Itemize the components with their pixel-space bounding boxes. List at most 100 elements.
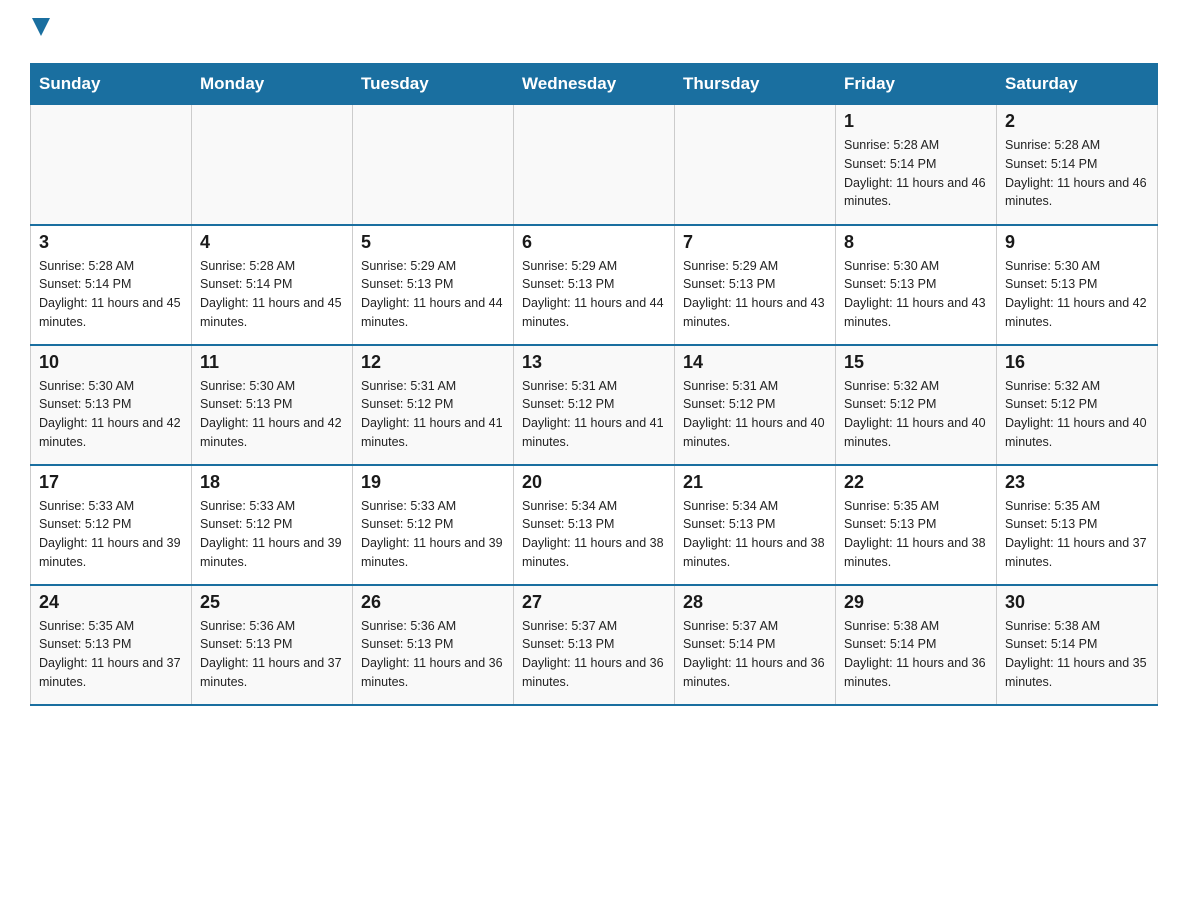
calendar-cell: 23 Sunrise: 5:35 AMSunset: 5:13 PMDayligh… bbox=[997, 465, 1158, 585]
day-number: 28 bbox=[683, 592, 827, 613]
day-number: 1 bbox=[844, 111, 988, 132]
day-number: 19 bbox=[361, 472, 505, 493]
calendar-week-row: 10 Sunrise: 5:30 AMSunset: 5:13 PMDayligh… bbox=[31, 345, 1158, 465]
day-info: Sunrise: 5:29 AMSunset: 5:13 PMDaylight:… bbox=[683, 257, 827, 332]
day-number: 29 bbox=[844, 592, 988, 613]
day-info: Sunrise: 5:33 AMSunset: 5:12 PMDaylight:… bbox=[200, 497, 344, 572]
day-info: Sunrise: 5:35 AMSunset: 5:13 PMDaylight:… bbox=[1005, 497, 1149, 572]
day-number: 27 bbox=[522, 592, 666, 613]
day-number: 15 bbox=[844, 352, 988, 373]
day-number: 5 bbox=[361, 232, 505, 253]
calendar-cell: 3 Sunrise: 5:28 AMSunset: 5:14 PMDaylight… bbox=[31, 225, 192, 345]
day-info: Sunrise: 5:30 AMSunset: 5:13 PMDaylight:… bbox=[200, 377, 344, 452]
day-number: 14 bbox=[683, 352, 827, 373]
calendar-week-row: 1 Sunrise: 5:28 AMSunset: 5:14 PMDaylight… bbox=[31, 105, 1158, 225]
day-number: 6 bbox=[522, 232, 666, 253]
calendar-cell: 10 Sunrise: 5:30 AMSunset: 5:13 PMDayligh… bbox=[31, 345, 192, 465]
day-info: Sunrise: 5:30 AMSunset: 5:13 PMDaylight:… bbox=[844, 257, 988, 332]
day-info: Sunrise: 5:37 AMSunset: 5:13 PMDaylight:… bbox=[522, 617, 666, 692]
day-number: 21 bbox=[683, 472, 827, 493]
calendar-cell bbox=[192, 105, 353, 225]
day-info: Sunrise: 5:38 AMSunset: 5:14 PMDaylight:… bbox=[1005, 617, 1149, 692]
calendar-table: SundayMondayTuesdayWednesdayThursdayFrid… bbox=[30, 63, 1158, 706]
day-info: Sunrise: 5:33 AMSunset: 5:12 PMDaylight:… bbox=[361, 497, 505, 572]
calendar-cell: 28 Sunrise: 5:37 AMSunset: 5:14 PMDayligh… bbox=[675, 585, 836, 705]
day-info: Sunrise: 5:38 AMSunset: 5:14 PMDaylight:… bbox=[844, 617, 988, 692]
calendar-cell: 17 Sunrise: 5:33 AMSunset: 5:12 PMDayligh… bbox=[31, 465, 192, 585]
calendar-cell: 15Sunrise: 5:32 AMSunset: 5:12 PMDayligh… bbox=[836, 345, 997, 465]
calendar-cell: 7 Sunrise: 5:29 AMSunset: 5:13 PMDaylight… bbox=[675, 225, 836, 345]
page-header bbox=[30, 20, 1158, 43]
calendar-cell: 29 Sunrise: 5:38 AMSunset: 5:14 PMDayligh… bbox=[836, 585, 997, 705]
calendar-cell: 20Sunrise: 5:34 AMSunset: 5:13 PMDayligh… bbox=[514, 465, 675, 585]
day-number: 17 bbox=[39, 472, 183, 493]
day-number: 12 bbox=[361, 352, 505, 373]
day-number: 9 bbox=[1005, 232, 1149, 253]
calendar-cell: 27 Sunrise: 5:37 AMSunset: 5:13 PMDayligh… bbox=[514, 585, 675, 705]
day-info: Sunrise: 5:34 AMSunset: 5:13 PMDaylight:… bbox=[683, 497, 827, 572]
calendar-week-row: 24 Sunrise: 5:35 AMSunset: 5:13 PMDayligh… bbox=[31, 585, 1158, 705]
day-info: Sunrise: 5:32 AMSunset: 5:12 PMDaylight:… bbox=[1005, 377, 1149, 452]
calendar-cell: 25 Sunrise: 5:36 AMSunset: 5:13 PMDayligh… bbox=[192, 585, 353, 705]
day-number: 10 bbox=[39, 352, 183, 373]
day-number: 26 bbox=[361, 592, 505, 613]
day-info: Sunrise: 5:29 AMSunset: 5:13 PMDaylight:… bbox=[361, 257, 505, 332]
calendar-cell: 4Sunrise: 5:28 AMSunset: 5:14 PMDaylight… bbox=[192, 225, 353, 345]
day-number: 20 bbox=[522, 472, 666, 493]
column-header-sunday: Sunday bbox=[31, 64, 192, 105]
column-header-wednesday: Wednesday bbox=[514, 64, 675, 105]
day-info: Sunrise: 5:28 AMSunset: 5:14 PMDaylight:… bbox=[1005, 136, 1149, 211]
calendar-cell: 11 Sunrise: 5:30 AMSunset: 5:13 PMDayligh… bbox=[192, 345, 353, 465]
day-number: 3 bbox=[39, 232, 183, 253]
calendar-cell: 5 Sunrise: 5:29 AMSunset: 5:13 PMDaylight… bbox=[353, 225, 514, 345]
calendar-cell: 9 Sunrise: 5:30 AMSunset: 5:13 PMDaylight… bbox=[997, 225, 1158, 345]
calendar-cell: 26 Sunrise: 5:36 AMSunset: 5:13 PMDayligh… bbox=[353, 585, 514, 705]
calendar-cell bbox=[675, 105, 836, 225]
calendar-cell: 6 Sunrise: 5:29 AMSunset: 5:13 PMDaylight… bbox=[514, 225, 675, 345]
calendar-week-row: 3 Sunrise: 5:28 AMSunset: 5:14 PMDaylight… bbox=[31, 225, 1158, 345]
calendar-cell: 8 Sunrise: 5:30 AMSunset: 5:13 PMDaylight… bbox=[836, 225, 997, 345]
day-number: 24 bbox=[39, 592, 183, 613]
calendar-cell: 21 Sunrise: 5:34 AMSunset: 5:13 PMDayligh… bbox=[675, 465, 836, 585]
day-info: Sunrise: 5:28 AMSunset: 5:14 PMDaylight:… bbox=[844, 136, 988, 211]
day-number: 7 bbox=[683, 232, 827, 253]
day-info: Sunrise: 5:30 AMSunset: 5:13 PMDaylight:… bbox=[1005, 257, 1149, 332]
logo-triangle-icon bbox=[32, 18, 50, 36]
day-number: 8 bbox=[844, 232, 988, 253]
day-info: Sunrise: 5:37 AMSunset: 5:14 PMDaylight:… bbox=[683, 617, 827, 692]
day-info: Sunrise: 5:28 AMSunset: 5:14 PMDaylight:… bbox=[39, 257, 183, 332]
calendar-cell: 30 Sunrise: 5:38 AMSunset: 5:14 PMDayligh… bbox=[997, 585, 1158, 705]
calendar-week-row: 17 Sunrise: 5:33 AMSunset: 5:12 PMDayligh… bbox=[31, 465, 1158, 585]
day-number: 22 bbox=[844, 472, 988, 493]
column-header-friday: Friday bbox=[836, 64, 997, 105]
column-header-monday: Monday bbox=[192, 64, 353, 105]
day-info: Sunrise: 5:36 AMSunset: 5:13 PMDaylight:… bbox=[361, 617, 505, 692]
day-info: Sunrise: 5:28 AMSunset: 5:14 PMDaylight:… bbox=[200, 257, 344, 332]
calendar-cell bbox=[353, 105, 514, 225]
day-info: Sunrise: 5:35 AMSunset: 5:13 PMDaylight:… bbox=[844, 497, 988, 572]
day-info: Sunrise: 5:29 AMSunset: 5:13 PMDaylight:… bbox=[522, 257, 666, 332]
calendar-header-row: SundayMondayTuesdayWednesdayThursdayFrid… bbox=[31, 64, 1158, 105]
day-number: 2 bbox=[1005, 111, 1149, 132]
calendar-cell: 12Sunrise: 5:31 AMSunset: 5:12 PMDayligh… bbox=[353, 345, 514, 465]
calendar-cell: 18 Sunrise: 5:33 AMSunset: 5:12 PMDayligh… bbox=[192, 465, 353, 585]
day-info: Sunrise: 5:35 AMSunset: 5:13 PMDaylight:… bbox=[39, 617, 183, 692]
calendar-cell: 14 Sunrise: 5:31 AMSunset: 5:12 PMDayligh… bbox=[675, 345, 836, 465]
day-number: 16 bbox=[1005, 352, 1149, 373]
calendar-cell bbox=[514, 105, 675, 225]
day-number: 30 bbox=[1005, 592, 1149, 613]
day-number: 11 bbox=[200, 352, 344, 373]
calendar-cell bbox=[31, 105, 192, 225]
day-number: 25 bbox=[200, 592, 344, 613]
day-number: 23 bbox=[1005, 472, 1149, 493]
day-info: Sunrise: 5:36 AMSunset: 5:13 PMDaylight:… bbox=[200, 617, 344, 692]
calendar-cell: 13 Sunrise: 5:31 AMSunset: 5:12 PMDayligh… bbox=[514, 345, 675, 465]
day-number: 18 bbox=[200, 472, 344, 493]
day-info: Sunrise: 5:33 AMSunset: 5:12 PMDaylight:… bbox=[39, 497, 183, 572]
day-info: Sunrise: 5:31 AMSunset: 5:12 PMDaylight:… bbox=[683, 377, 827, 452]
day-info: Sunrise: 5:30 AMSunset: 5:13 PMDaylight:… bbox=[39, 377, 183, 452]
column-header-tuesday: Tuesday bbox=[353, 64, 514, 105]
day-info: Sunrise: 5:31 AMSunset: 5:12 PMDaylight:… bbox=[522, 377, 666, 452]
column-header-thursday: Thursday bbox=[675, 64, 836, 105]
day-number: 13 bbox=[522, 352, 666, 373]
